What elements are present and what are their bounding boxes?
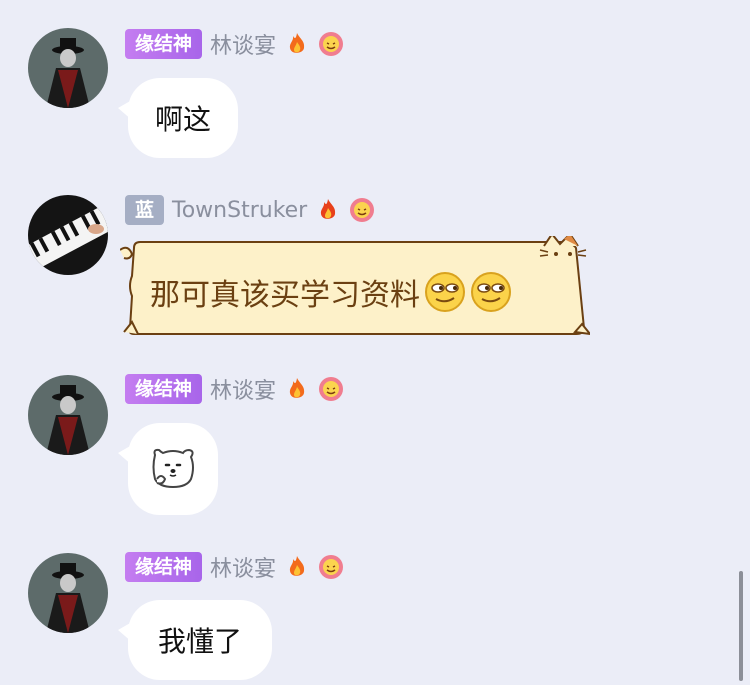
rank-badge: 缘结神 xyxy=(125,29,203,59)
rank-badge: 缘结神 xyxy=(125,552,203,582)
bear-sticker xyxy=(152,448,194,489)
sender-name[interactable]: 林谈宴 xyxy=(210,373,276,405)
cat-themed-bubble[interactable]: 那可真该买学习资料 xyxy=(120,236,590,340)
message-text: 啊这 xyxy=(154,103,211,136)
smirk-emoji xyxy=(425,272,465,312)
avatar[interactable] xyxy=(28,553,108,633)
sender-name[interactable]: 林谈宴 xyxy=(210,551,276,583)
avatar-image xyxy=(28,553,108,633)
sender-row: 缘结神 林谈宴 xyxy=(125,551,344,583)
rank-badge: 缘结神 xyxy=(125,374,203,404)
sender-row: 蓝 TownStruker xyxy=(125,194,375,226)
flower-icon xyxy=(319,555,344,579)
sender-row: 缘结神 林谈宴 xyxy=(125,373,344,405)
fire-icon xyxy=(289,556,305,576)
sticker-bubble[interactable] xyxy=(118,423,218,515)
flower-icon xyxy=(350,198,375,222)
avatar-image xyxy=(28,375,108,455)
sender-name[interactable]: 林谈宴 xyxy=(210,28,276,60)
smirk-emoji xyxy=(471,272,511,312)
avatar[interactable] xyxy=(28,375,108,455)
rank-badge: 蓝 xyxy=(125,195,165,225)
sender-name[interactable]: TownStruker xyxy=(172,198,307,223)
fire-icon xyxy=(289,378,305,398)
fire-icon xyxy=(321,199,336,219)
avatar[interactable] xyxy=(28,195,108,275)
message-text: 我懂了 xyxy=(157,625,242,658)
message-text-row: 那可真该买学习资料 xyxy=(150,270,512,314)
flower-icon xyxy=(319,377,344,401)
fire-icon xyxy=(289,33,305,53)
message-bubble[interactable]: 啊这 xyxy=(118,78,238,158)
message-bubble[interactable]: 我懂了 xyxy=(118,600,272,680)
sender-row: 缘结神 林谈宴 xyxy=(125,28,344,60)
message-text: 那可真该买学习资料 xyxy=(150,278,420,313)
avatar-image xyxy=(28,28,108,108)
avatar[interactable] xyxy=(28,28,108,108)
scrollbar[interactable] xyxy=(739,571,743,681)
flower-icon xyxy=(319,32,344,56)
avatar-image xyxy=(28,195,108,275)
